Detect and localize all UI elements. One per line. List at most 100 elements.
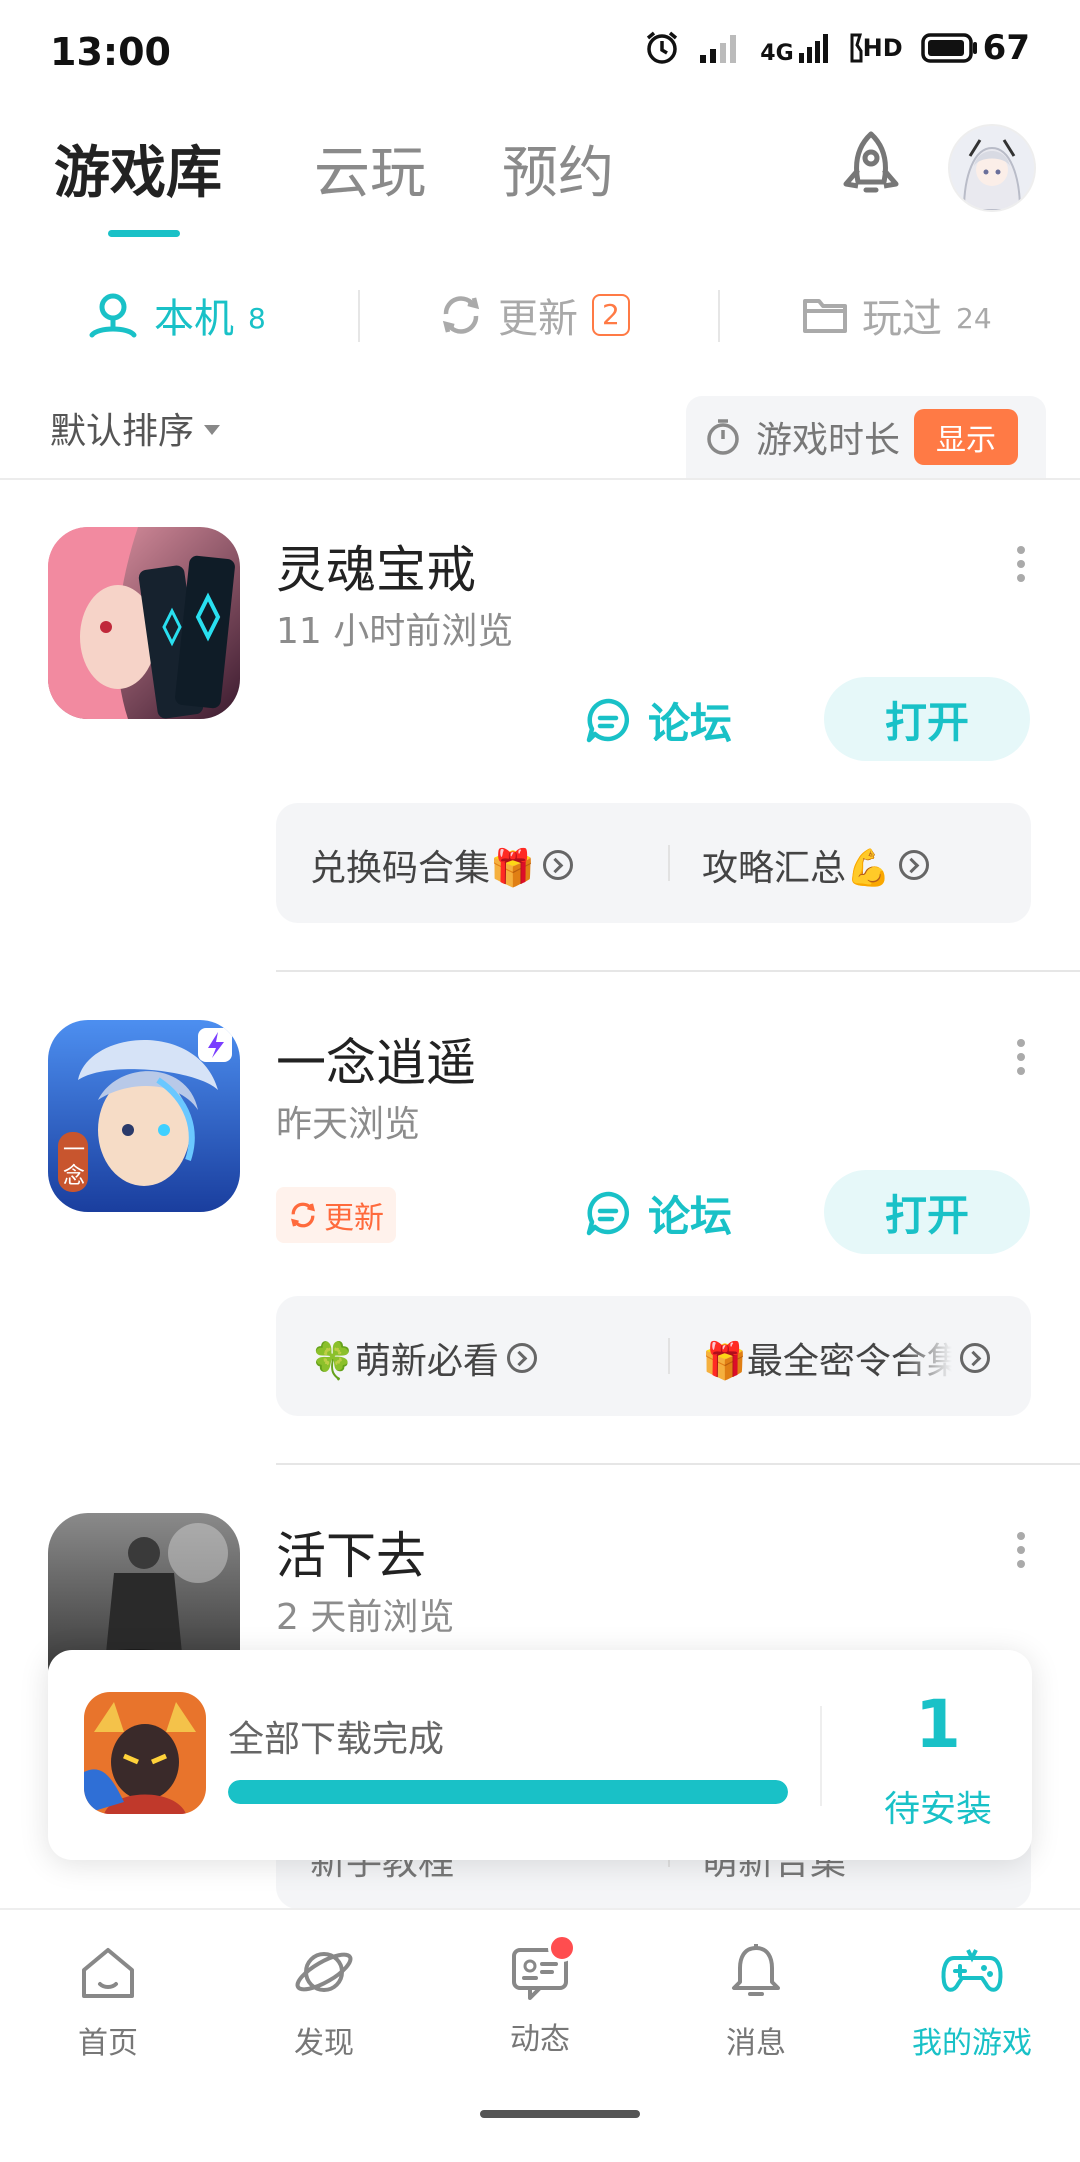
subtab-divider — [358, 290, 360, 342]
open-game-button[interactable]: 打开 — [824, 677, 1030, 761]
download-status-card[interactable]: 全部下载完成 1 待安装 — [48, 1650, 1032, 1860]
caret-down-icon — [204, 425, 221, 435]
subtab-played-label: 玩过 — [862, 296, 942, 342]
game-artwork — [48, 527, 240, 719]
link-label: 🍀萌新必看 — [310, 1341, 499, 1382]
forum-button[interactable]: 论坛 — [584, 690, 732, 751]
more-options-icon[interactable] — [1006, 1033, 1036, 1081]
download-progress-bar — [228, 1780, 788, 1804]
nav-my-games-label: 我的游戏 — [912, 2026, 1032, 2061]
divider — [0, 478, 1080, 480]
subtab-local[interactable]: 本机 8 — [86, 285, 266, 345]
nav-feed[interactable]: 动态 — [432, 1934, 648, 2058]
link-newbie-guide[interactable]: 🍀萌新必看 — [310, 1332, 650, 1384]
planet-icon — [295, 1952, 353, 1992]
alarm-icon — [647, 31, 678, 64]
subtab-local-label: 本机 — [154, 296, 234, 342]
pending-install-count: 1 — [915, 1686, 961, 1763]
home-indicator[interactable] — [480, 2110, 640, 2118]
folder-icon — [803, 299, 847, 333]
nav-messages[interactable]: 消息 — [648, 1940, 864, 2062]
item-divider — [276, 1463, 1080, 1465]
status-time: 13:00 — [50, 30, 171, 74]
game-last-viewed: 11 小时前浏览 — [276, 611, 514, 652]
game-name[interactable]: 一念逍遥 — [276, 1023, 476, 1095]
game-links-panel: 🍀萌新必看 🎁最全密令合集 — [276, 1296, 1031, 1416]
game-artwork — [84, 1692, 206, 1814]
game-icon-yinian[interactable]: 一念 — [48, 1020, 240, 1212]
item-divider — [276, 970, 1080, 972]
nav-my-games[interactable]: 我的游戏 — [864, 1940, 1080, 2062]
phone-icon — [850, 33, 863, 63]
nav-messages-label: 消息 — [726, 2026, 786, 2061]
nav-home[interactable]: 首页 — [0, 1940, 216, 2062]
link-codes-collection[interactable]: 🎁最全密令合集 — [702, 1332, 1002, 1384]
circle-arrow-icon — [960, 1343, 990, 1373]
bell-icon — [732, 1944, 780, 1996]
game-last-viewed: 2 天前浏览 — [276, 1597, 455, 1638]
battery: 67 — [920, 28, 1030, 68]
game-name[interactable]: 灵魂宝戒 — [276, 530, 476, 602]
subtab-played-count: 24 — [956, 301, 992, 335]
update-available-tag[interactable]: 更新 — [276, 1187, 396, 1243]
active-tab-indicator — [108, 230, 180, 237]
user-avatar[interactable] — [948, 124, 1036, 212]
avatar-illustration — [950, 126, 1034, 210]
divider — [820, 1706, 822, 1806]
game-last-viewed: 昨天浏览 — [276, 1104, 421, 1145]
more-options-icon[interactable] — [1006, 540, 1036, 588]
playtime-label: 游戏时长 — [756, 420, 901, 461]
hd-voice-icon: HD — [849, 33, 903, 63]
circle-arrow-icon — [506, 1343, 537, 1373]
nav-discover[interactable]: 发现 — [216, 1940, 432, 2062]
playtime-show-button[interactable]: 显示 — [914, 409, 1019, 465]
open-game-button[interactable]: 打开 — [824, 1170, 1030, 1254]
network-type: 4G — [760, 41, 794, 66]
subtab-local-count: 8 — [248, 301, 266, 335]
subtab-update[interactable]: 更新 2 — [438, 285, 630, 345]
circle-arrow-icon — [898, 850, 929, 880]
link-label: 攻略汇总💪 — [702, 848, 891, 889]
gamepad-icon — [941, 1949, 1003, 1992]
rocket-icon[interactable] — [834, 130, 908, 204]
link-redeem-codes[interactable]: 兑换码合集🎁 — [310, 839, 573, 891]
update-count-badge: 2 — [592, 294, 630, 336]
link-label: 兑换码合集🎁 — [310, 848, 535, 889]
playtime-toggle-bar: 游戏时长 显示 — [686, 396, 1046, 478]
subtab-divider — [718, 290, 720, 342]
tab-cloud-play[interactable]: 云玩 — [314, 128, 426, 209]
link-divider — [668, 1338, 670, 1374]
local-device-icon — [89, 293, 137, 338]
network-indicator: 4G — [760, 31, 830, 65]
subtab-played[interactable]: 玩过 24 — [802, 285, 992, 345]
battery-level: 67 — [982, 28, 1030, 68]
download-status-label: 全部下载完成 — [228, 1719, 445, 1760]
refresh-icon — [442, 296, 480, 334]
link-label: 🎁最全密令合集 — [702, 1341, 952, 1382]
feed-icon-wrap — [508, 1934, 576, 2004]
game-links-panel: 兑换码合集🎁 攻略汇总💪 — [276, 803, 1031, 923]
game-name[interactable]: 活下去 — [276, 1516, 426, 1588]
forum-button[interactable]: 论坛 — [584, 1183, 732, 1244]
notification-dot — [548, 1934, 576, 1962]
tab-game-library[interactable]: 游戏库 — [54, 128, 222, 209]
sort-label: 默认排序 — [50, 411, 195, 452]
more-options-icon[interactable] — [1006, 1526, 1036, 1574]
nav-discover-label: 发现 — [294, 2026, 354, 2061]
update-tag-label: 更新 — [324, 1201, 384, 1236]
download-progress-fill — [228, 1780, 788, 1804]
nav-feed-label: 动态 — [510, 2022, 570, 2057]
signal-icon — [700, 35, 737, 63]
status-icons: 4G HD 67 — [644, 28, 1030, 68]
game-icon-linghun[interactable] — [48, 527, 240, 719]
forum-label: 论坛 — [648, 699, 733, 748]
download-game-icon — [84, 1692, 206, 1814]
link-guides[interactable]: 攻略汇总💪 — [702, 839, 929, 891]
hd-label: HD — [862, 34, 903, 62]
pending-install-label[interactable]: 待安装 — [838, 1780, 1038, 1832]
sort-dropdown[interactable]: 默认排序 — [50, 402, 221, 454]
game-icon-text: 一念 — [62, 1138, 85, 1189]
circle-arrow-icon — [542, 850, 573, 880]
home-icon — [82, 1948, 134, 1998]
tab-reservation[interactable]: 预约 — [502, 128, 614, 209]
